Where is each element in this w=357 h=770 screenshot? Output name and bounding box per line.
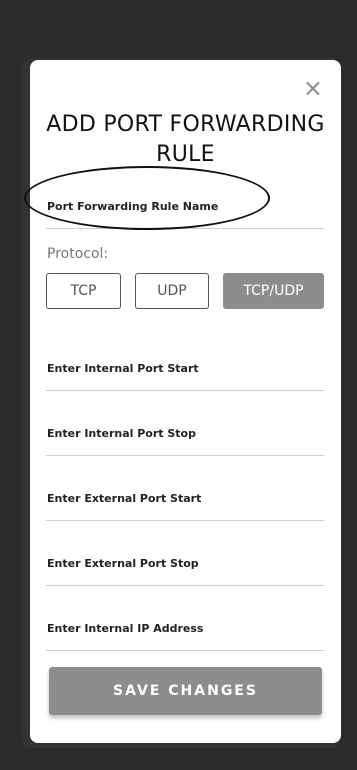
external-port-start-field[interactable]: Enter External Port Start <box>46 480 324 521</box>
internal-ip-address-field[interactable]: Enter Internal IP Address <box>46 610 324 651</box>
add-port-forwarding-modal: × ADD PORT FORWARDING RULE Port Forwardi… <box>24 60 341 743</box>
close-icon[interactable]: × <box>303 76 323 100</box>
internal-port-start-field[interactable]: Enter Internal Port Start <box>46 350 324 391</box>
protocol-udp-button[interactable]: UDP <box>135 273 209 309</box>
protocol-tcp-udp-button[interactable]: TCP/UDP <box>223 273 324 309</box>
internal-port-stop-label: Enter Internal Port Stop <box>47 427 196 440</box>
rule-name-label: Port Forwarding Rule Name <box>47 200 219 213</box>
internal-ip-address-label: Enter Internal IP Address <box>47 622 204 635</box>
protocol-tcp-button[interactable]: TCP <box>46 273 121 309</box>
internal-port-start-label: Enter Internal Port Start <box>47 362 199 375</box>
internal-port-stop-field[interactable]: Enter Internal Port Stop <box>46 415 324 456</box>
rule-name-field[interactable]: Port Forwarding Rule Name <box>46 188 324 229</box>
external-port-start-label: Enter External Port Start <box>47 492 202 505</box>
external-port-stop-label: Enter External Port Stop <box>47 557 199 570</box>
external-port-stop-field[interactable]: Enter External Port Stop <box>46 545 324 586</box>
modal-title: ADD PORT FORWARDING RULE <box>46 112 325 167</box>
save-changes-button[interactable]: SAVE CHANGES <box>49 667 322 715</box>
protocol-label: Protocol: <box>47 246 109 262</box>
